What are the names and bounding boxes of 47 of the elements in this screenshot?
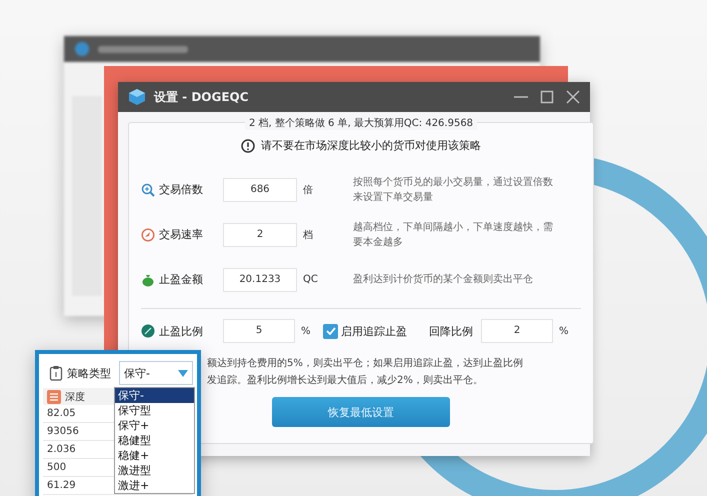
column-header: 深度 xyxy=(65,390,85,404)
input-field[interactable]: 5 xyxy=(223,319,295,343)
field-label: 回降比例 xyxy=(429,324,473,338)
dropdown-option[interactable]: 稳健+ xyxy=(115,448,194,463)
dropdown-option[interactable]: 激进型 xyxy=(115,463,194,478)
close-icon xyxy=(566,90,580,104)
app-logo-icon xyxy=(74,41,90,57)
unit-label: 档 xyxy=(303,228,314,242)
unit-label: % xyxy=(559,326,570,336)
input-field[interactable]: 686 xyxy=(223,178,297,202)
field-description: 盈利达到计价货币的某个金额则卖出平仓 xyxy=(353,272,534,287)
window-title: 设置 - DOGEQC xyxy=(154,88,249,106)
dropdown-option[interactable]: 保守- xyxy=(115,388,194,403)
warning-icon xyxy=(241,138,255,152)
field-label: 策略类型 xyxy=(67,366,111,380)
unit-label: 倍 xyxy=(303,184,314,196)
money-bag-icon xyxy=(141,272,155,286)
unit-label: % xyxy=(301,326,312,336)
check-icon xyxy=(326,327,336,335)
field-label: 止盈比例 xyxy=(159,324,203,338)
note-text: 额达到持仓费用的5%，则卖出平仓；如果启用追踪止盈，达到止盈比例 xyxy=(207,356,524,371)
maximize-icon xyxy=(540,90,554,104)
unit-label: QC xyxy=(303,274,319,285)
gauge-icon xyxy=(141,228,155,242)
field-label: 交易倍数 xyxy=(159,182,203,197)
warning-text: 请不要在市场深度比较小的货币对使用该策略 xyxy=(261,138,481,153)
dropdown-option[interactable]: 稳健型 xyxy=(115,433,194,448)
clipboard-icon xyxy=(49,365,63,381)
input-field[interactable]: 2 xyxy=(223,222,297,246)
field-label: 止盈金额 xyxy=(159,272,203,287)
field-label: 交易速率 xyxy=(159,227,203,242)
input-field[interactable]: 20.1233 xyxy=(223,268,297,292)
strategy-dropdown[interactable]: 保守- xyxy=(119,361,193,385)
dropdown-option[interactable]: 保守型 xyxy=(115,403,194,418)
dropdown-option[interactable]: 保守+ xyxy=(115,418,194,433)
dropdown-option[interactable]: 激进+ xyxy=(115,478,194,493)
magnifier-icon xyxy=(141,182,155,196)
input-field[interactable]: 2 xyxy=(481,319,553,343)
list-icon xyxy=(47,390,61,404)
minimize-icon xyxy=(514,96,528,98)
trailing-checkbox[interactable]: 启用追踪止盈 xyxy=(323,324,407,338)
field-description: 越高档位，下单间隔越小，下单速度越快，需要本金越多 xyxy=(353,220,553,250)
dropdown-arrow-icon xyxy=(178,370,188,376)
group-title: 2 档, 整个策略做 6 单, 最大预算用QC: 426.9568 xyxy=(244,116,478,130)
app-logo-icon xyxy=(128,88,146,106)
note-text: 发追踪。盈利比例增长达到最大值后，减少2%，则卖出平仓。 xyxy=(207,374,484,388)
field-description: 按照每个货币兑的最小交易量，通过设置倍数来设置下单交易量 xyxy=(353,176,553,204)
